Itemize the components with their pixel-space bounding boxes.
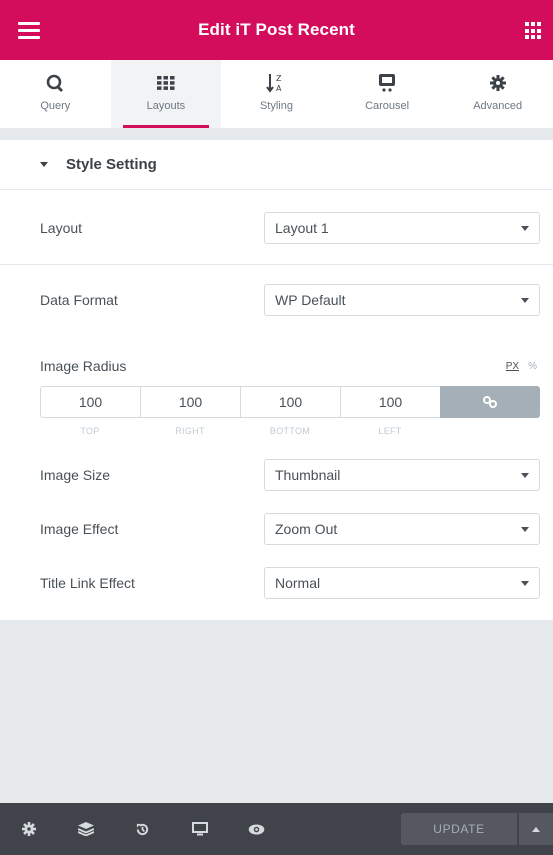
caret-down-icon [40,162,48,167]
control-title-link-effect: Title Link Effect Normal [0,567,553,599]
tab-advanced-label: Advanced [473,100,523,112]
section-toggle-style-setting[interactable]: Style Setting [0,140,553,190]
tab-advanced[interactable]: Advanced [442,60,553,128]
data-format-select[interactable]: WP Default [264,284,540,316]
responsive-mode-button[interactable] [171,803,228,855]
style-settings-panel: Style Setting Layout Layout 1 Data Forma… [0,140,553,620]
history-button[interactable] [114,803,171,855]
sort-az-icon: Z A [266,72,286,94]
widgets-grid-icon[interactable] [525,22,543,40]
control-layout: Layout Layout 1 [0,212,553,244]
radius-bottom-input[interactable]: 100 [240,386,340,418]
chevron-down-icon [521,226,529,231]
layers-icon [77,822,94,836]
gear-icon [489,72,506,94]
layout-select[interactable]: Layout 1 [264,212,540,244]
image-effect-select[interactable]: Zoom Out [264,513,540,545]
tabs-separator [0,128,553,140]
history-icon [136,823,149,835]
divider [0,264,553,265]
label-left: LEFT [378,426,402,436]
image-effect-label: Image Effect [40,521,119,537]
control-data-format: Data Format WP Default [0,284,553,316]
panel-title: Edit iT Post Recent [198,20,355,39]
title-link-effect-select-value: Normal [275,575,321,591]
editor-panel: Edit iT Post Recent Query Layouts Z A St… [0,0,553,855]
image-radius-label: Image Radius [40,358,127,374]
data-format-label: Data Format [40,292,118,308]
layout-select-value: Layout 1 [275,220,329,236]
image-effect-select-value: Zoom Out [275,521,338,537]
panel-footer: UPDATE [0,803,553,855]
update-options-button[interactable] [519,813,553,845]
control-image-size: Image Size Thumbnail [0,459,553,491]
update-button[interactable]: UPDATE [401,813,517,845]
svg-text:Z: Z [276,74,282,83]
image-size-select[interactable]: Thumbnail [264,459,540,491]
link-icon [483,396,497,408]
title-link-effect-select[interactable]: Normal [264,567,540,599]
unit-percent[interactable]: % [528,361,537,372]
unit-switcher: PX % [506,361,537,372]
tab-query[interactable]: Query [0,60,111,128]
preview-button[interactable] [228,803,285,855]
panel-header: Edit iT Post Recent [0,0,553,60]
settings-button[interactable] [0,803,57,855]
grid-icon [156,72,175,94]
svg-text:A: A [276,84,282,93]
link-values-button[interactable] [440,386,540,418]
carousel-icon [378,72,396,94]
section-title: Style Setting [66,156,157,173]
menu-icon[interactable] [18,18,46,42]
responsive-icon [191,822,208,836]
label-bottom: BOTTOM [269,426,311,436]
label-top: TOP [80,426,100,436]
panel-tabs: Query Layouts Z A Styling Carousel Advan… [0,60,553,128]
chevron-down-icon [521,473,529,478]
data-format-select-value: WP Default [275,292,346,308]
image-size-label: Image Size [40,467,111,483]
tab-carousel-label: Carousel [365,100,410,112]
query-icon [45,72,65,94]
title-link-effect-label: Title Link Effect [40,575,135,591]
tab-styling-label: Styling [259,100,293,112]
tab-styling[interactable]: Z A Styling [221,60,332,128]
tab-layouts[interactable]: Layouts [110,60,222,128]
tab-layouts-label: Layouts [146,100,186,112]
chevron-down-icon [521,298,529,303]
unit-px[interactable]: PX [506,361,519,372]
control-image-effect: Image Effect Zoom Out [0,513,553,545]
radius-top-input[interactable]: 100 [40,386,140,418]
radius-right-input[interactable]: 100 [140,386,240,418]
caret-up-icon [532,826,540,832]
settings-icon [21,822,36,836]
control-image-radius-header: Image Radius PX % [0,358,553,378]
preview-icon [248,823,265,835]
image-radius-dimensions: 100 100 100 100 [40,386,540,418]
navigator-button[interactable] [57,803,114,855]
label-right: RIGHT [175,426,205,436]
layout-label: Layout [40,220,83,236]
image-radius-dimension-labels: TOP RIGHT BOTTOM LEFT [40,426,440,436]
tab-query-label: Query [40,100,71,112]
chevron-down-icon [521,527,529,532]
image-size-select-value: Thumbnail [275,467,341,483]
chevron-down-icon [521,581,529,586]
radius-left-input[interactable]: 100 [340,386,440,418]
tab-carousel[interactable]: Carousel [332,60,443,128]
